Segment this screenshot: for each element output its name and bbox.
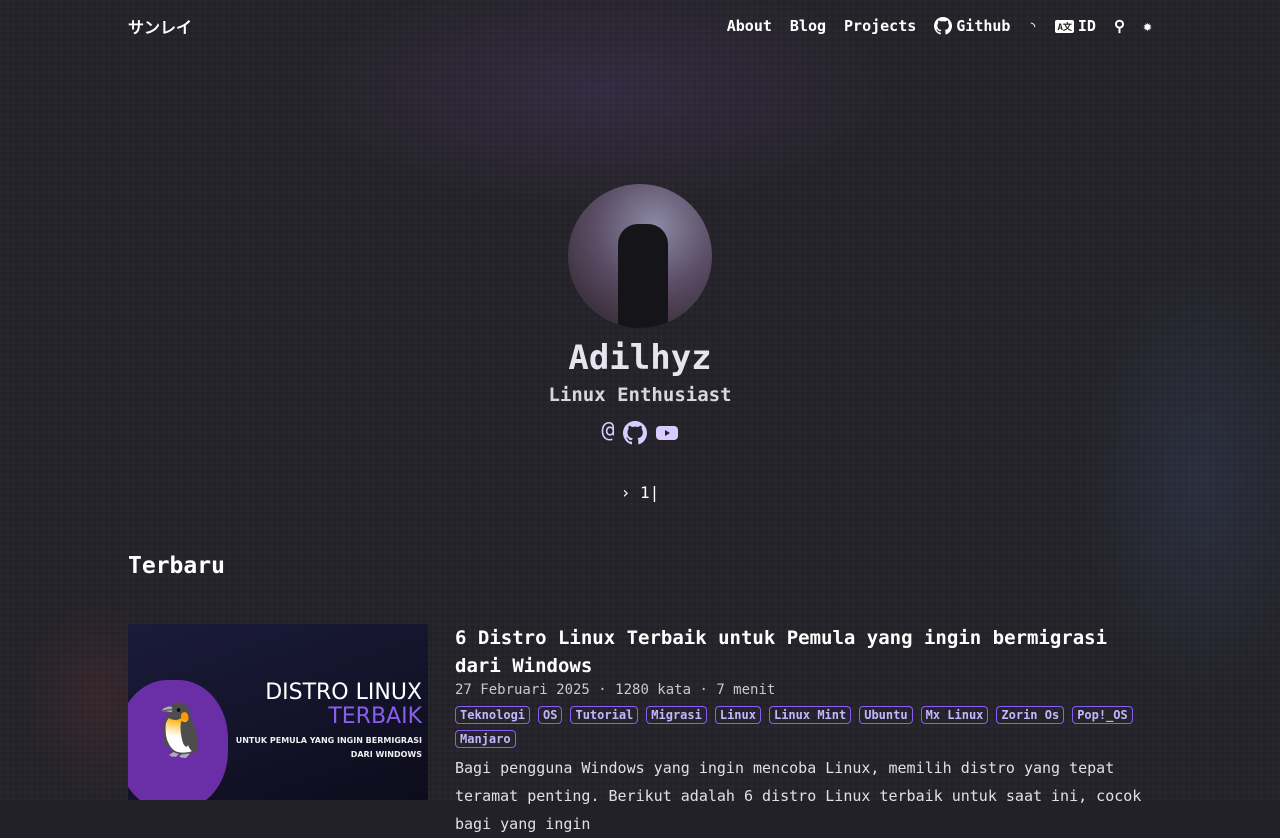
thumbnail-line1: DISTRO LINUX <box>265 680 422 705</box>
rss-link[interactable]: ◝ <box>1028 17 1037 35</box>
thumbnail-line3: UNTUK PEMULA YANG INGIN BERMIGRASI DARI … <box>235 736 422 759</box>
social-links: @ <box>0 418 1280 445</box>
search-button[interactable]: ⚲ <box>1114 17 1125 35</box>
tag-badge[interactable]: Linux <box>714 706 761 724</box>
theme-toggle[interactable]: ✹ <box>1143 17 1152 35</box>
tag-badge[interactable]: Migrasi <box>646 706 707 724</box>
nav-projects[interactable]: Projects <box>844 17 916 35</box>
nav-blog[interactable]: Blog <box>790 17 826 35</box>
post-summary: Bagi pengguna Windows yang ingin mencoba… <box>455 759 1142 833</box>
profile-name: Adilhyz <box>568 338 712 378</box>
github-icon <box>934 17 953 35</box>
main-nav: About Blog Projects Github ◝ A文 ID ⚲ ✹ <box>727 17 1152 35</box>
github-icon[interactable] <box>622 421 647 445</box>
typed-text: › 1| <box>620 483 660 502</box>
thumbnail-line2: TERBAIK <box>328 704 422 729</box>
search-icon: ⚲ <box>1113 17 1125 35</box>
post-card: 6 Distro Linux Terbaik untuk Pemula yang… <box>455 624 1155 838</box>
tag-badge[interactable]: Ubuntu <box>859 706 913 724</box>
tag-badge[interactable]: Teknologi <box>455 706 531 724</box>
tag-badge[interactable]: Tutorial <box>570 706 639 724</box>
nav-about[interactable]: About <box>727 17 772 35</box>
nav-github-label: Github <box>956 17 1011 35</box>
language-label: ID <box>1077 17 1096 35</box>
typed-value: 1 <box>639 483 650 502</box>
section-title: Terbaru <box>128 553 225 579</box>
tag-badge[interactable]: Mx Linux <box>920 706 989 724</box>
tag-badge[interactable]: Linux Mint <box>768 706 852 724</box>
translate-icon: A文 <box>1055 19 1074 33</box>
language-switch[interactable]: A文 ID <box>1055 17 1096 35</box>
sun-icon: ✹ <box>1142 17 1152 35</box>
post-tags: Teknologi OS Tutorial Migrasi Linux Linux Min… <box>455 706 1155 748</box>
site-logo[interactable]: サンレイ <box>128 14 192 38</box>
post-meta: 27 Februari 2025 · 1280 kata · 7 menit <box>455 682 776 698</box>
email-icon[interactable]: @ <box>601 418 614 445</box>
profile-hero: Adilhyz Linux Enthusiast @ › 1| <box>0 184 1280 502</box>
youtube-icon[interactable] <box>655 421 679 445</box>
post-title[interactable]: 6 Distro Linux Terbaik untuk Pemula yang… <box>455 624 1155 680</box>
post-date: 27 Februari 2025 <box>455 682 590 698</box>
nav-github[interactable]: Github <box>934 17 1010 35</box>
tag-badge[interactable]: Zorin Os <box>996 706 1065 724</box>
tag-badge[interactable]: OS <box>538 706 563 724</box>
profile-tagline: Linux Enthusiast <box>548 384 732 406</box>
avatar <box>568 184 712 328</box>
post-thumbnail[interactable]: 🐧 DISTRO LINUX TERBAIK UNTUK PEMULA YANG… <box>128 624 428 800</box>
tag-badge[interactable]: Pop!_OS <box>1072 706 1133 724</box>
rss-icon: ◝ <box>1028 17 1038 35</box>
site-header: サンレイ About Blog Projects Github ◝ A文 ID ⚲… <box>128 0 1152 52</box>
post-words: 1280 kata <box>615 682 692 698</box>
tag-badge[interactable]: Manjaro <box>455 730 516 748</box>
post-readtime: 7 menit <box>716 682 776 698</box>
penguin-icon: 🐧 <box>148 701 213 761</box>
